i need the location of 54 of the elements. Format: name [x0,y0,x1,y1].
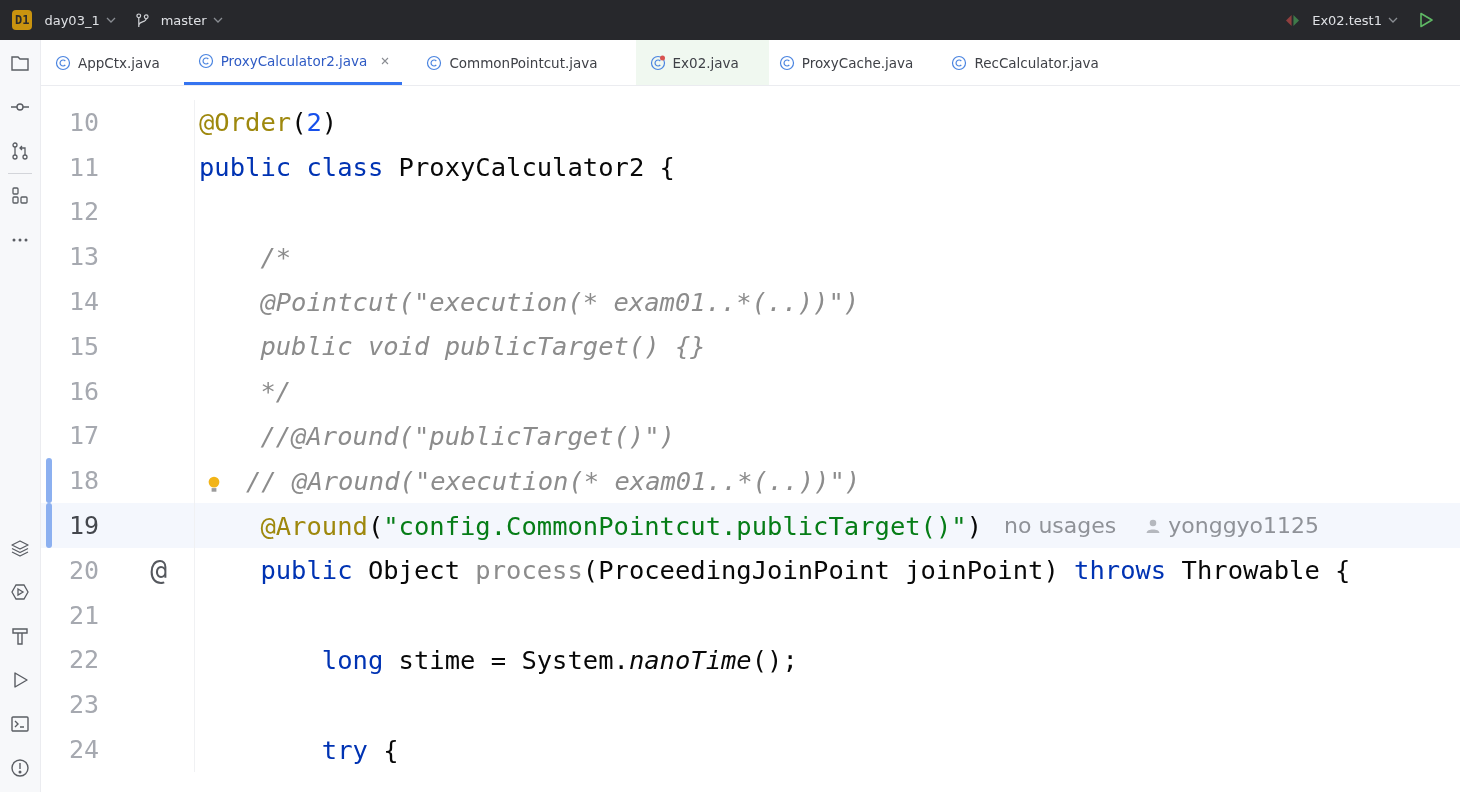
hammer-icon[interactable] [10,626,30,646]
chevron-down-icon [105,17,116,23]
layers-icon[interactable] [10,538,30,558]
branch-menu[interactable]: master [154,10,229,30]
code-line: /* [259,241,292,272]
line-number: 16 [67,376,99,406]
problems-icon[interactable] [10,758,30,778]
code-line: long stime = System.nanoTime(); [320,644,798,675]
file-tab[interactable]: Ex02.java [635,40,769,85]
implements-marker[interactable]: @ [150,553,167,587]
code-line: // @Around("execution(* exam01..*(..))") [246,465,861,496]
chevron-down-icon [1388,17,1398,23]
line-number: 23 [67,690,99,720]
project-menu[interactable]: day03_1 [38,10,122,30]
chevron-down-icon [212,17,223,23]
lightbulb-icon[interactable] [208,476,220,494]
line-number: 20 [67,555,99,585]
run-icon[interactable] [1418,12,1434,28]
code-line: @Pointcut("execution(* exam01..*(..))") [259,286,860,317]
project-badge: D1 [12,10,33,30]
file-tab[interactable]: CommonPointcut.java [426,40,626,85]
run-config-icon [1285,13,1301,27]
line-number: 24 [67,735,99,765]
code-line: */ [259,376,292,407]
code-line: //@Around("publicTarget()") [259,420,675,451]
line-number: 17 [67,421,99,451]
file-tab[interactable]: ProxyCalculator2.java [183,40,403,85]
code-line: public void publicTarget() {} [259,331,706,362]
line-number: 18 [67,466,99,496]
branch-icon [135,12,149,28]
code-line: try { [320,734,399,765]
person-icon [1146,518,1161,533]
code-line: public class ProxyCalculator2 { [199,152,675,183]
structure-icon[interactable] [10,186,30,206]
line-number: 22 [67,645,99,675]
file-tab[interactable]: ProxyCache.java [778,40,942,85]
line-number: 11 [67,152,99,182]
line-number: 14 [67,287,99,317]
folder-icon[interactable] [10,53,30,73]
line-number: 10 [67,107,99,137]
file-tab[interactable]: RecCalculator.java [951,40,1127,85]
code-line: @Around("config.CommonPointcut.publicTarget()") [259,510,982,541]
terminal-icon[interactable] [10,714,30,734]
services-icon[interactable] [10,582,30,602]
code-line: public Object process(ProceedingJoinPoint joinPoint) throws Throwable { [259,555,1351,586]
line-number: 19 [67,511,99,541]
line-number: 15 [67,331,99,361]
run-config-menu[interactable]: Ex02.test1 [1306,10,1404,30]
line-number: 12 [67,197,99,227]
close-icon[interactable] [380,56,391,66]
code-line: @Order(2) [199,107,338,138]
line-number: 13 [67,242,99,272]
line-number: 21 [67,600,99,630]
pull-request-icon[interactable] [10,141,30,161]
